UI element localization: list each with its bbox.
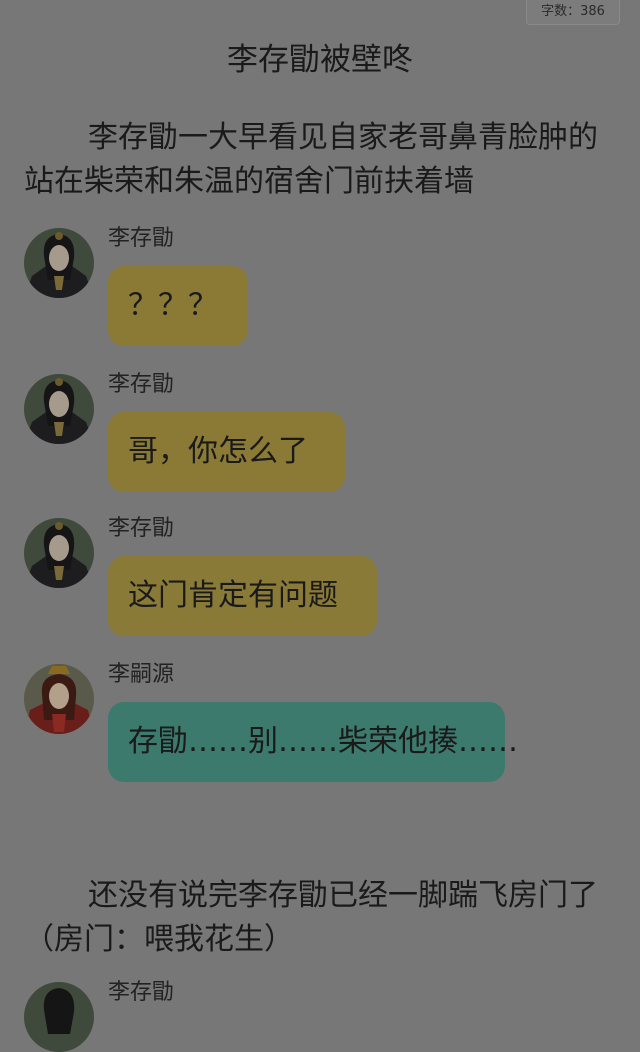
message-bubble: 这门肯定有问题: [108, 556, 377, 636]
outro-paragraph: 还没有说完李存勖已经一脚踹飞房门了（房门：喂我花生）: [24, 878, 598, 957]
page-title: 李存勖被壁咚: [227, 42, 413, 78]
message-bubble: 存勖……别……柴荣他揍……: [108, 702, 518, 782]
sender-name: 李存勖: [108, 516, 175, 541]
message-bubble: 哥，你怎么了: [108, 412, 345, 492]
sender-name: 李存勖: [108, 980, 175, 1005]
word-count-badge: 字数：386: [526, 0, 620, 25]
sender-name: 李嗣源: [108, 662, 175, 687]
sender-name: 李存勖: [108, 372, 175, 397]
intro-paragraph: 李存勖一大早看见自家老哥鼻青脸肿的站在柴荣和朱温的宿舍门前扶着墙: [24, 120, 598, 199]
sender-name: 李存勖: [108, 226, 175, 251]
avatar-lcunxu-icon[interactable]: [24, 982, 94, 1052]
avatar-lcunxu-icon[interactable]: [24, 518, 94, 588]
avatar-lcunxu-icon[interactable]: [24, 228, 94, 298]
avatar-lcunxu-icon[interactable]: [24, 374, 94, 444]
message-bubble: ？？？: [108, 266, 248, 346]
avatar-lsiyuan-icon[interactable]: [24, 664, 94, 734]
